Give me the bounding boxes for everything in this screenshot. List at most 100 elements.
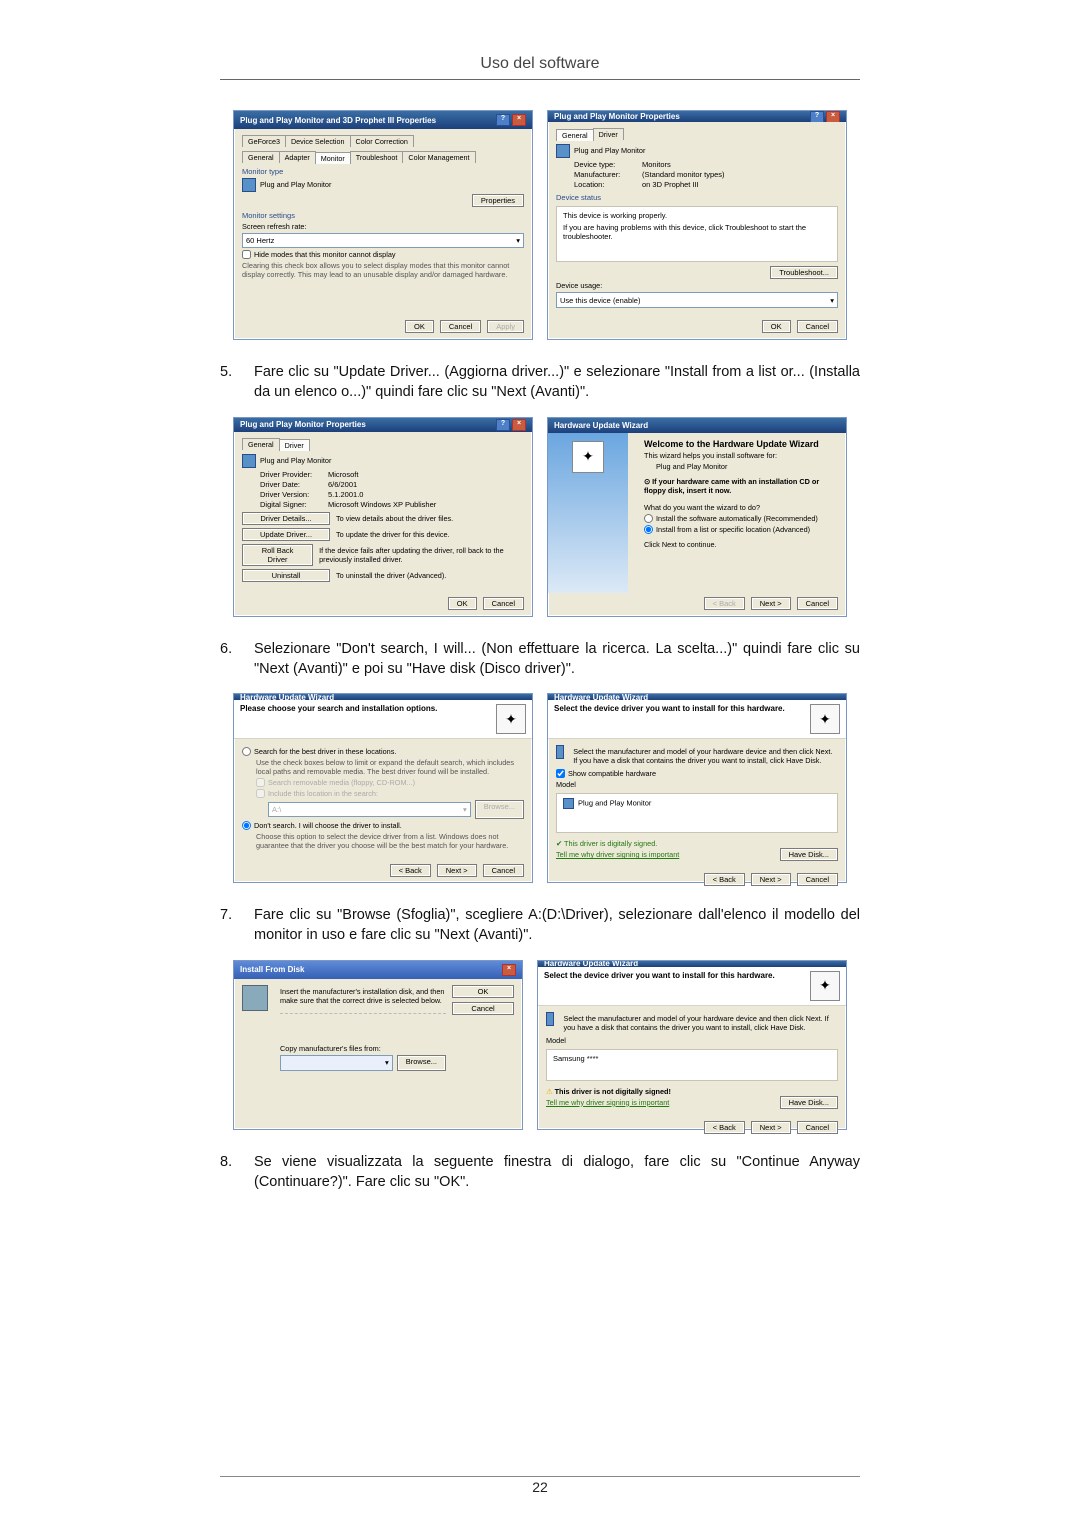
next-button[interactable]: Next > [751, 1121, 791, 1134]
floppy-icon [242, 985, 268, 1011]
ok-button[interactable]: OK [452, 985, 514, 998]
tab-monitor[interactable]: Monitor [315, 152, 351, 164]
copy-from-dropdown[interactable]: ▾ [280, 1055, 393, 1071]
ok-button[interactable]: OK [405, 320, 434, 333]
help-icon[interactable]: ? [810, 111, 824, 122]
cancel-button[interactable]: Cancel [797, 597, 838, 610]
cancel-button[interactable]: Cancel [452, 1002, 514, 1015]
wizard-welcome: Welcome to the Hardware Update Wizard [644, 439, 838, 449]
device-name: Plug and Play Monitor [260, 456, 331, 465]
page-number: 22 [0, 1479, 1080, 1495]
have-disk-button[interactable]: Have Disk... [780, 1096, 838, 1109]
dlg-pnp-monitor-properties-general: Plug and Play Monitor Properties ?× Gene… [547, 110, 847, 340]
cancel-button[interactable]: Cancel [797, 1121, 838, 1134]
dlg-title-text: Hardware Update Wizard [554, 421, 648, 430]
monitor-icon [556, 144, 570, 158]
chevron-down-icon: ▾ [463, 805, 467, 814]
wizard-helps: This wizard helps you install software f… [644, 451, 838, 460]
wizard-icon: ✦ [810, 971, 840, 1001]
step-number: 5. [220, 362, 254, 403]
tab-general[interactable]: General [242, 151, 280, 163]
monitor-icon [242, 454, 256, 468]
tab-geforce3[interactable]: GeForce3 [242, 135, 286, 147]
close-icon[interactable]: × [512, 419, 526, 431]
back-button[interactable]: < Back [390, 864, 431, 877]
chk-include-loc-label: Include this location in the search: [268, 789, 378, 798]
radio-list-label: Install from a list or specific location… [656, 525, 810, 534]
cancel-button[interactable]: Cancel [797, 873, 838, 886]
tab-driver[interactable]: Driver [593, 128, 624, 140]
refresh-rate-dropdown[interactable]: 60 Hertz▾ [242, 233, 524, 248]
wizard-head: Select the device driver you want to ins… [554, 704, 804, 713]
uninstall-button[interactable]: Uninstall [242, 569, 330, 582]
driver-details-button[interactable]: Driver Details... [242, 512, 330, 525]
back-button: < Back [704, 597, 745, 610]
radio-dont-search[interactable] [242, 821, 251, 830]
cancel-button[interactable]: Cancel [483, 864, 524, 877]
ok-button[interactable]: OK [762, 320, 791, 333]
close-icon[interactable]: × [512, 114, 526, 126]
dont-search-desc: Choose this option to select the device … [256, 832, 524, 850]
help-icon[interactable]: ? [496, 419, 510, 431]
wizard-icon: ✦ [496, 704, 526, 734]
tab-adapter[interactable]: Adapter [279, 151, 316, 163]
radio-auto[interactable] [644, 514, 653, 523]
screenshot-row-1: Plug and Play Monitor and 3D Prophet III… [220, 110, 860, 340]
label-date: Driver Date: [260, 480, 328, 489]
label-signer: Digital Signer: [260, 500, 328, 509]
help-icon[interactable]: ? [496, 114, 510, 126]
tab-device-selection[interactable]: Device Selection [285, 135, 351, 147]
browse-button[interactable]: Browse... [397, 1055, 446, 1071]
cancel-button[interactable]: Cancel [483, 597, 524, 610]
ok-button[interactable]: OK [448, 597, 477, 610]
next-button[interactable]: Next > [437, 864, 477, 877]
hide-modes-label: Hide modes that this monitor cannot disp… [254, 250, 396, 259]
value-version: 5.1.2001.0 [328, 490, 363, 499]
radio-list[interactable] [644, 525, 653, 534]
label-provider: Driver Provider: [260, 470, 328, 479]
tab-troubleshoot[interactable]: Troubleshoot [350, 151, 404, 163]
uninstall-desc: To uninstall the driver (Advanced). [336, 571, 446, 580]
value-date: 6/6/2001 [328, 480, 357, 489]
radio-search[interactable] [242, 747, 251, 756]
back-button[interactable]: < Back [704, 1121, 745, 1134]
dlg-title-text: Install From Disk [240, 965, 304, 974]
have-disk-button[interactable]: Have Disk... [780, 848, 838, 861]
radio-auto-label: Install the software automatically (Reco… [656, 514, 818, 523]
page-header: Uso del software [100, 55, 980, 73]
tellme-link[interactable]: Tell me why driver signing is important [556, 850, 679, 859]
tab-general[interactable]: General [556, 129, 594, 141]
label-version: Driver Version: [260, 490, 328, 499]
monitor-name: Plug and Play Monitor [260, 180, 331, 189]
tab-general[interactable]: General [242, 438, 280, 450]
hide-modes-checkbox[interactable] [242, 250, 251, 259]
chk-show-compat-label: Show compatible hardware [568, 769, 656, 778]
rollback-driver-button[interactable]: Roll Back Driver [242, 544, 313, 566]
tabstrip: GeForce3 Device Selection Color Correcti… [242, 135, 524, 147]
update-driver-button[interactable]: Update Driver... [242, 528, 330, 541]
label-device-status: Device status [556, 193, 838, 202]
troubleshoot-button[interactable]: Troubleshoot... [770, 266, 838, 279]
wizard-tip: Select the manufacturer and model of you… [563, 1014, 838, 1032]
close-icon[interactable]: × [826, 111, 840, 122]
tab-color-correction[interactable]: Color Correction [350, 135, 414, 147]
next-button[interactable]: Next > [751, 597, 791, 610]
rollback-driver-desc: If the device fails after updating the d… [319, 546, 524, 564]
tab-driver[interactable]: Driver [279, 439, 310, 451]
cancel-button[interactable]: Cancel [440, 320, 481, 333]
chk-show-compat[interactable] [556, 769, 565, 778]
device-usage-dropdown[interactable]: Use this device (enable)▾ [556, 292, 838, 308]
wizard-continue: Click Next to continue. [644, 540, 838, 549]
wizard-head: Please choose your search and installati… [240, 704, 490, 713]
cancel-button[interactable]: Cancel [797, 320, 838, 333]
signed-icon: ✔ [556, 839, 562, 848]
next-button[interactable]: Next > [751, 873, 791, 886]
tellme-link[interactable]: Tell me why driver signing is important [546, 1098, 669, 1107]
properties-button[interactable]: Properties [472, 194, 524, 207]
screenshot-row-3: Hardware Update Wizard Please choose you… [220, 693, 860, 883]
label-model: Model [546, 1036, 838, 1045]
tab-color-management[interactable]: Color Management [402, 151, 475, 163]
back-button[interactable]: < Back [704, 873, 745, 886]
close-icon[interactable]: × [502, 964, 516, 976]
driver-details-desc: To view details about the driver files. [336, 514, 453, 523]
